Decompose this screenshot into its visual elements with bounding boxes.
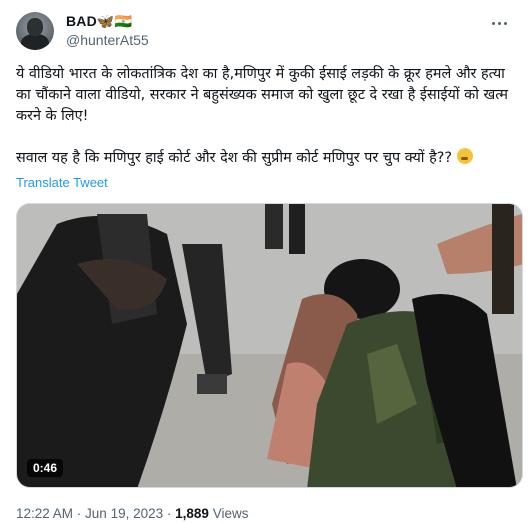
tweet-text: ये वीडियो भारत के लोकतांत्रिक देश का है,… [16,64,521,190]
video-frame [17,204,522,487]
name-row: BAD🦋🇮🇳 [66,13,132,30]
meta-separator-2: · [163,506,176,521]
tweet-paragraph-2: सवाल यह है कि मणिपुर हाई कोर्ट और देश की… [16,148,521,169]
views-count: 1,889 [175,506,209,521]
avatar-face-shape [27,18,43,36]
user-avatar[interactable] [16,12,54,50]
video-duration: 0:46 [27,459,64,477]
thinking-face-icon [456,148,473,164]
author-display-name[interactable]: BAD🦋🇮🇳 [66,13,132,30]
tweet-paragraph-2-text: सवाल यह है कि मणिपुर हाई कोर्ट और देश की… [16,150,453,166]
tweet-paragraph-1: ये वीडियो भारत के लोकतांत्रिक देश का है,… [16,66,508,124]
meta-separator: · [73,506,86,521]
more-options-icon[interactable] [488,14,510,32]
translate-tweet-link[interactable]: Translate Tweet [16,175,108,190]
tweet-time[interactable]: 12:22 AM [16,506,73,521]
tweet-date[interactable]: Jun 19, 2023 [85,506,163,521]
tweet-header: BAD🦋🇮🇳 @hunterAt55 [16,12,516,52]
video-player[interactable]: 0:46 [16,203,523,488]
tweet-meta: 12:22 AM · Jun 19, 2023 · 1,889 Views [16,506,248,521]
avatar-body-shape [21,34,49,50]
author-handle[interactable]: @hunterAt55 [66,32,149,48]
views-label: Views [212,506,249,521]
